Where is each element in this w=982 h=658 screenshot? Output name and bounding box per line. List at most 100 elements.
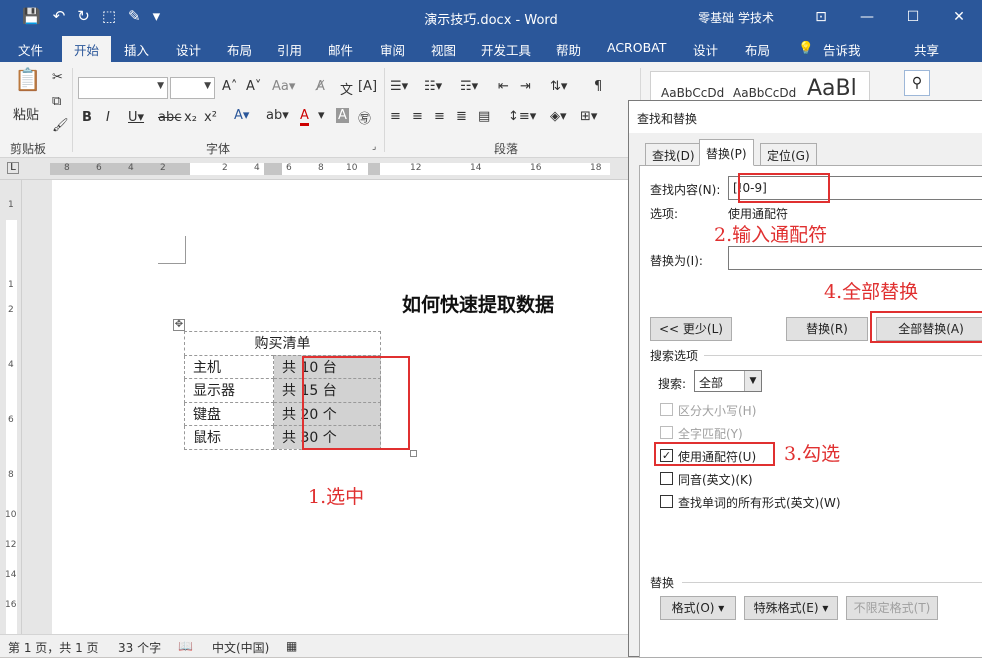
proofing-icon[interactable]: 📖 (178, 639, 193, 653)
tab-developer[interactable]: 开发工具 (481, 40, 531, 59)
line-spacing-icon[interactable]: ↕≡▾ (508, 109, 536, 124)
italic-icon[interactable]: I (106, 110, 110, 125)
tab-view[interactable]: 视图 (431, 40, 456, 59)
share-button[interactable]: 共享 (914, 40, 939, 59)
dialog-title-bar[interactable]: 查找和替换 (629, 101, 982, 133)
match-case-checkbox[interactable] (660, 403, 673, 416)
word-count[interactable]: 33 个字 (118, 639, 161, 656)
character-border-icon[interactable]: [A] (358, 79, 377, 94)
align-right-icon[interactable]: ≡ (434, 109, 445, 124)
font-size-combo[interactable]: ▼ (170, 77, 215, 99)
cut-icon[interactable]: ✂ (52, 70, 63, 85)
tab-find[interactable]: 查找(D) (645, 143, 702, 165)
search-direction-select[interactable]: 全部 ▼ (694, 370, 762, 392)
table-cell-item[interactable]: 键盘 (184, 401, 274, 426)
font-color-icon[interactable]: A (300, 108, 309, 126)
grow-font-icon[interactable]: A˄ (222, 79, 237, 94)
replace-button[interactable]: 替换(R) (786, 317, 868, 341)
font-name-combo[interactable]: ▼ (78, 77, 168, 99)
close-button[interactable]: ✕ (936, 9, 982, 25)
table-cell-item[interactable]: 主机 (184, 354, 274, 379)
minimize-button[interactable]: — (844, 9, 890, 25)
style-heading-1[interactable]: AaBl (807, 76, 857, 101)
ribbon-display-options-icon[interactable]: ⊡ (798, 9, 844, 25)
show-marks-icon[interactable]: ¶ (594, 79, 602, 94)
account-name[interactable]: 零基础 学技术 (698, 9, 774, 26)
increase-indent-icon[interactable]: ⇥ (520, 79, 531, 94)
document-heading[interactable]: 如何快速提取数据 (402, 290, 554, 317)
sounds-like-checkbox[interactable] (660, 472, 673, 485)
borders-icon[interactable]: ⊞▾ (580, 109, 597, 124)
font-dialog-launcher-icon[interactable]: ⌟ (372, 142, 376, 152)
superscript-icon[interactable]: x² (204, 110, 217, 125)
special-format-button[interactable]: 特殊格式(E) ▾ (744, 596, 838, 620)
tab-insert[interactable]: 插入 (124, 40, 149, 59)
tab-help[interactable]: 帮助 (556, 40, 581, 59)
shrink-font-icon[interactable]: A˅ (246, 79, 261, 94)
tab-layout[interactable]: 布局 (227, 40, 252, 59)
decrease-indent-icon[interactable]: ⇤ (498, 79, 509, 94)
highlight-icon[interactable]: ab▾ (266, 108, 289, 123)
restore-button[interactable]: ☐ (890, 9, 936, 25)
tab-table-layout[interactable]: 布局 (745, 40, 770, 59)
tab-design[interactable]: 设计 (176, 40, 201, 59)
replace-input[interactable] (728, 246, 982, 270)
style-no-spacing[interactable]: AaBbCcDd (733, 86, 796, 100)
character-shading-icon[interactable]: A (336, 108, 349, 123)
tab-home[interactable]: 开始 (62, 36, 112, 62)
tab-mailings[interactable]: 邮件 (328, 40, 353, 59)
tab-file[interactable]: 文件 (18, 40, 43, 59)
page-count[interactable]: 第 1 页，共 1 页 (8, 639, 99, 656)
search-icon[interactable]: ⚲ (904, 70, 930, 96)
language-indicator[interactable]: 中文(中国) (212, 639, 269, 656)
macro-record-icon[interactable]: ▦ (286, 639, 297, 653)
justify-icon[interactable]: ≣ (456, 109, 467, 124)
table-cell-item[interactable]: 显示器 (184, 378, 274, 403)
tab-acrobat[interactable]: ACROBAT (607, 40, 666, 55)
tab-goto[interactable]: 定位(G) (760, 143, 817, 165)
tab-references[interactable]: 引用 (277, 40, 302, 59)
change-case-icon[interactable]: Aa▾ (272, 79, 295, 94)
tab-replace[interactable]: 替换(P) (699, 139, 754, 166)
multilevel-list-icon[interactable]: ☶▾ (460, 79, 478, 94)
whole-word-checkbox[interactable] (660, 426, 673, 439)
table-cell-item[interactable]: 鼠标 (184, 425, 274, 450)
sort-icon[interactable]: ⇅▾ (550, 79, 567, 94)
text-effects-icon[interactable]: A▾ (234, 108, 249, 123)
shading-icon[interactable]: ◈▾ (550, 109, 567, 124)
ruler-number: 10 (346, 163, 358, 173)
document-page[interactable]: 如何快速提取数据 ✥ 购买清单 主机 共 10 台 显示器 共 15 台 键盘 … (52, 180, 630, 634)
bold-icon[interactable]: B (82, 110, 92, 125)
chevron-down-icon[interactable]: ▾ (318, 108, 325, 123)
phonetic-guide-icon[interactable]: 文 (340, 79, 353, 98)
table-resize-handle[interactable] (410, 450, 417, 457)
paste-icon[interactable]: 📋 (14, 68, 41, 93)
subscript-icon[interactable]: x₂ (184, 110, 197, 125)
numbering-icon[interactable]: ☷▾ (424, 79, 442, 94)
copy-icon[interactable]: ⧉ (52, 94, 61, 109)
tell-me-search[interactable]: 告诉我 (823, 40, 861, 59)
distributed-icon[interactable]: ▤ (478, 109, 490, 124)
bullets-icon[interactable]: ☰▾ (390, 79, 408, 94)
tab-review[interactable]: 审阅 (380, 40, 405, 59)
align-left-icon[interactable]: ≡ (390, 109, 401, 124)
paste-label[interactable]: 粘贴 (13, 104, 39, 123)
table-header-cell[interactable]: 购买清单 (184, 331, 381, 356)
format-painter-icon[interactable]: 🖌 (52, 118, 69, 133)
table-move-handle-icon[interactable]: ✥ (173, 319, 185, 331)
style-normal[interactable]: AaBbCcDd (661, 86, 724, 100)
align-center-icon[interactable]: ≡ (412, 109, 423, 124)
clear-format-icon[interactable]: A̸ (316, 79, 325, 94)
enclose-characters-icon[interactable]: ㊢ (358, 108, 371, 127)
tab-selector-icon[interactable]: L (7, 162, 19, 174)
word-forms-checkbox[interactable] (660, 495, 673, 508)
horizontal-ruler[interactable]: L 8 6 4 2 2 4 6 8 10 12 14 16 18 (0, 158, 630, 180)
document-area[interactable]: 如何快速提取数据 ✥ 购买清单 主机 共 10 台 显示器 共 15 台 键盘 … (22, 180, 630, 634)
tab-table-design[interactable]: 设计 (693, 40, 718, 59)
underline-icon[interactable]: U▾ (128, 110, 144, 125)
vertical-ruler[interactable]: 1 1 2 4 6 8 10 12 14 16 (0, 180, 22, 634)
no-formatting-button[interactable]: 不限定格式(T) (846, 596, 938, 620)
less-options-button[interactable]: << 更少(L) (650, 317, 732, 341)
strikethrough-icon[interactable]: abc (158, 110, 181, 125)
format-button[interactable]: 格式(O) ▾ (660, 596, 736, 620)
